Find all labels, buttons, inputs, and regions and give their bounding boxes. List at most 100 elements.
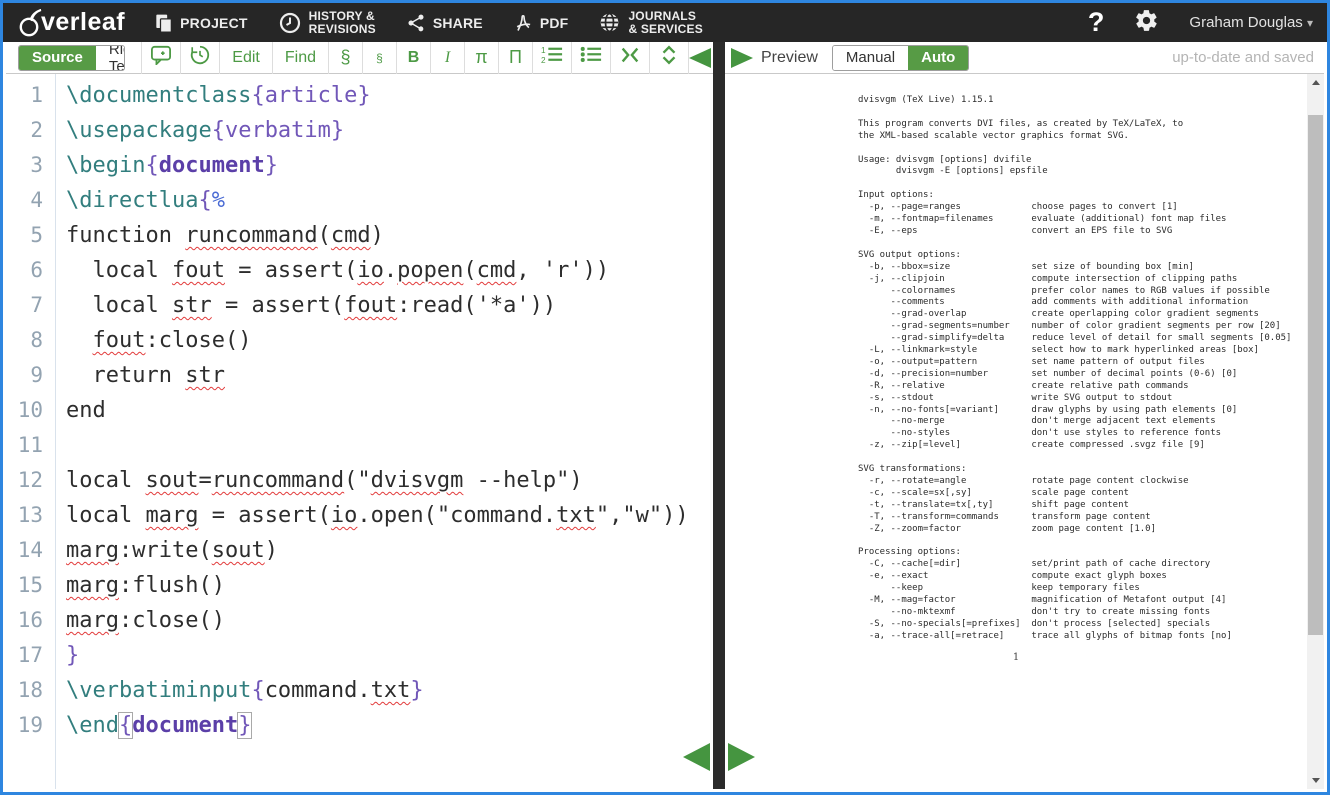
line-number: 16 xyxy=(6,603,55,638)
numbered-list-button[interactable]: 1 2 xyxy=(532,42,571,74)
inline-math-button[interactable]: π xyxy=(464,42,498,74)
line-number: 13 xyxy=(6,498,55,533)
code-line[interactable]: marg:close() xyxy=(66,603,713,638)
code-line[interactable]: \documentclass{article} xyxy=(66,78,713,113)
nav-journals-label: JOURNALS& SERVICES xyxy=(628,10,702,36)
pane-divider[interactable] xyxy=(713,42,725,789)
compile-mode-toggle: Manual Auto xyxy=(832,45,969,71)
overleaf-logo[interactable]: verleaf xyxy=(17,8,125,38)
section-button[interactable]: § xyxy=(328,42,362,74)
line-number: 9 xyxy=(6,358,55,393)
code-line[interactable]: function runcommand(cmd) xyxy=(66,218,713,253)
help-button[interactable]: ? xyxy=(1088,7,1105,38)
globe-icon xyxy=(598,11,621,34)
nav-history-revisions[interactable]: HISTORY &REVISIONS xyxy=(278,10,376,36)
bottom-collapse-left-arrow[interactable] xyxy=(683,743,710,771)
unfold-arrows-icon xyxy=(658,44,680,71)
code-line[interactable]: \directlua{% xyxy=(66,183,713,218)
line-number: 6 xyxy=(6,253,55,288)
scrollbar-thumb[interactable] xyxy=(1308,115,1323,635)
editor-toolbar-buttons: Edit Find § § B I π Π 1 2 xyxy=(141,42,689,74)
scrollbar-up-arrow[interactable] xyxy=(1307,74,1324,91)
pdf-acrobat-icon xyxy=(513,12,533,34)
unfold-code-button[interactable] xyxy=(649,42,689,74)
code-editor[interactable]: 12345678910111213141516171819 \documentc… xyxy=(6,74,713,789)
fold-code-button[interactable] xyxy=(610,42,649,74)
source-mode-button[interactable]: Source xyxy=(19,46,96,70)
line-number: 12 xyxy=(6,463,55,498)
mode-toggle: Source Rich Text xyxy=(18,45,125,71)
code-line[interactable]: local fout = assert(io.popen(cmd, 'r')) xyxy=(66,253,713,288)
code-line[interactable]: \end{document} xyxy=(66,708,713,743)
line-number: 11 xyxy=(6,428,55,463)
history-restore-icon xyxy=(189,44,211,71)
line-number: 15 xyxy=(6,568,55,603)
numbered-list-icon: 1 2 xyxy=(541,45,563,70)
manual-compile-button[interactable]: Manual xyxy=(833,46,908,70)
code-line[interactable]: } xyxy=(66,638,713,673)
code-line[interactable]: return str xyxy=(66,358,713,393)
header-right: ? Graham Douglas ▾ xyxy=(1088,7,1313,38)
code-line[interactable]: end xyxy=(66,393,713,428)
code-line[interactable]: \begin{document} xyxy=(66,148,713,183)
preview-toolbar: Preview Manual Auto up-to-date and saved xyxy=(725,42,1324,74)
line-number: 1 xyxy=(6,78,55,113)
bottom-collapse-right-arrow[interactable] xyxy=(728,743,755,771)
display-math-button[interactable]: Π xyxy=(498,42,532,74)
line-number: 3 xyxy=(6,148,55,183)
nav-history-label: HISTORY &REVISIONS xyxy=(309,10,376,36)
code-line[interactable]: fout:close() xyxy=(66,323,713,358)
code-line[interactable]: local sout=runcommand("dvisvgm --help") xyxy=(66,463,713,498)
logo-text: verleaf xyxy=(41,8,125,37)
history-clock-icon xyxy=(278,11,302,35)
bold-button[interactable]: B xyxy=(396,42,430,74)
line-number: 2 xyxy=(6,113,55,148)
collapse-editor-arrow[interactable] xyxy=(689,48,711,68)
code-line[interactable]: marg:write(sout) xyxy=(66,533,713,568)
nav-project-label: PROJECT xyxy=(180,15,248,31)
scrollbar-down-arrow[interactable] xyxy=(1307,772,1324,789)
overleaf-window: { "header": { "logo_text": "verleaf", "p… xyxy=(0,0,1330,795)
code-line[interactable]: \verbatiminput{command.txt} xyxy=(66,673,713,708)
line-number: 17 xyxy=(6,638,55,673)
settings-gear-icon[interactable] xyxy=(1134,8,1159,38)
user-menu[interactable]: Graham Douglas ▾ xyxy=(1189,14,1313,31)
code-line[interactable]: local str = assert(fout:read('*a')) xyxy=(66,288,713,323)
italic-button[interactable]: I xyxy=(430,42,464,74)
code-line[interactable]: marg:flush() xyxy=(66,568,713,603)
line-number: 14 xyxy=(6,533,55,568)
editor-code[interactable]: \documentclass{article}\usepackage{verba… xyxy=(56,74,713,789)
expand-preview-arrow[interactable] xyxy=(731,48,753,68)
nav-share[interactable]: SHARE xyxy=(406,13,483,33)
code-line[interactable]: local marg = assert(io.open("command.txt… xyxy=(66,498,713,533)
line-number: 4 xyxy=(6,183,55,218)
code-line[interactable] xyxy=(66,428,713,463)
editor-pane: Source Rich Text xyxy=(6,42,713,789)
edit-menu-button[interactable]: Edit xyxy=(219,42,272,74)
nav-pdf[interactable]: PDF xyxy=(513,12,569,34)
auto-compile-button[interactable]: Auto xyxy=(908,46,968,70)
share-icon xyxy=(406,13,426,33)
code-line[interactable]: \usepackage{verbatim} xyxy=(66,113,713,148)
add-comment-button[interactable] xyxy=(141,42,180,74)
caret-down-icon: ▾ xyxy=(1307,16,1313,30)
svg-text:2: 2 xyxy=(541,56,546,65)
restore-history-button[interactable] xyxy=(180,42,219,74)
nav-journals-services[interactable]: JOURNALS& SERVICES xyxy=(598,10,702,36)
bullet-list-button[interactable] xyxy=(571,42,610,74)
nav-share-label: SHARE xyxy=(433,15,483,31)
project-icon xyxy=(153,13,173,33)
compile-status: up-to-date and saved xyxy=(1172,49,1314,66)
fold-arrows-icon xyxy=(619,44,641,71)
line-number: 10 xyxy=(6,393,55,428)
rich-text-mode-button[interactable]: Rich Text xyxy=(96,46,125,70)
subsection-button[interactable]: § xyxy=(362,42,396,74)
svg-text:1: 1 xyxy=(541,46,546,55)
find-button[interactable]: Find xyxy=(272,42,328,74)
nav-pdf-label: PDF xyxy=(540,15,569,31)
nav-project[interactable]: PROJECT xyxy=(153,13,248,33)
main-split: Source Rich Text xyxy=(6,42,1324,789)
comment-plus-icon xyxy=(150,45,172,70)
pdf-preview: dvisvgm (TeX Live) 1.15.1 This program c… xyxy=(725,74,1324,789)
preview-scrollbar[interactable] xyxy=(1307,74,1324,789)
